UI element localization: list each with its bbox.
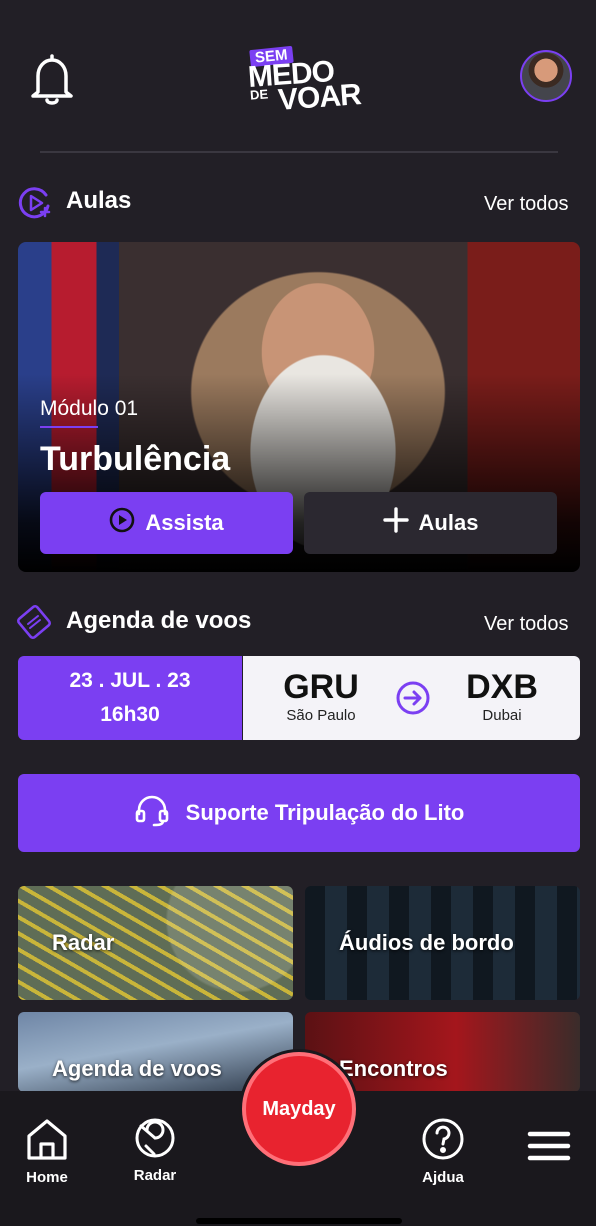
more-lessons-button[interactable]: Aulas <box>304 492 557 554</box>
plus-icon <box>382 507 409 539</box>
nav-home-label: Home <box>26 1169 68 1186</box>
tile-cockpit-audio-label: Áudios de bordo <box>339 930 514 955</box>
tile-radar-label: Radar <box>52 930 115 955</box>
lesson-module-label: Módulo 01 <box>40 397 139 420</box>
origin: GRU São Paulo <box>281 668 361 724</box>
flight-date: 23 . JUL . 23 <box>69 669 191 692</box>
header-divider <box>40 151 558 153</box>
user-avatar[interactable] <box>520 50 572 102</box>
destination-code: DXB <box>466 668 538 706</box>
crew-support-button[interactable]: Suporte Tripulação do Lito <box>18 774 580 852</box>
nav-radar[interactable]: Radar <box>132 1116 178 1184</box>
nav-help-label: Ajdua <box>422 1169 464 1186</box>
logo-voar: VOAR <box>276 78 362 117</box>
arrow-right-circle-icon <box>395 680 431 721</box>
crew-support-label: Suporte Tripulação do Lito <box>185 800 465 825</box>
agenda-section-title: Agenda de voos <box>66 607 252 634</box>
radar-icon <box>132 1116 178 1165</box>
flight-date-block[interactable]: 23 . JUL . 23 16h30 <box>18 656 242 740</box>
aulas-section-title: Aulas <box>66 187 132 214</box>
tile-meetings-label: Encontros <box>339 1056 448 1081</box>
lesson-title: Turbulência <box>40 440 231 478</box>
agenda-see-all-link[interactable]: Ver todos <box>484 613 569 636</box>
tile-flight-schedule-label: Agenda de voos <box>52 1056 222 1081</box>
notifications-bell-icon[interactable] <box>26 52 78 108</box>
nav-radar-label: Radar <box>133 1167 177 1184</box>
app-logo: SEM MEDO DE VOAR <box>246 44 362 117</box>
watch-button-label: Assista <box>145 510 224 535</box>
watch-button[interactable]: Assista <box>40 492 293 554</box>
flight-time: 16h30 <box>100 703 160 726</box>
home-icon <box>24 1116 70 1167</box>
more-lessons-label: Aulas <box>418 510 479 535</box>
headset-icon <box>134 792 170 834</box>
play-icon <box>109 507 135 539</box>
destination: DXB Dubai <box>461 668 543 724</box>
destination-city: Dubai <box>482 707 522 724</box>
flight-route-block[interactable]: GRU São Paulo DXB Dubai <box>243 656 580 740</box>
menu-hamburger-icon[interactable] <box>526 1128 572 1169</box>
nav-help[interactable]: Ajdua <box>420 1116 466 1186</box>
origin-city: São Paulo <box>286 707 356 724</box>
aulas-see-all-link[interactable]: Ver todos <box>484 193 569 216</box>
play-circle-icon <box>18 186 52 220</box>
mayday-label: Mayday <box>262 1097 336 1120</box>
nav-home[interactable]: Home <box>24 1116 70 1186</box>
help-icon <box>420 1116 466 1167</box>
origin-code: GRU <box>283 668 359 706</box>
module-underline <box>40 426 98 428</box>
tile-cockpit-audio[interactable]: Áudios de bordo <box>305 886 580 1000</box>
ticket-icon <box>16 604 51 639</box>
logo-de: DE <box>249 86 269 103</box>
tile-radar[interactable]: Radar <box>18 886 293 1000</box>
mayday-button[interactable]: Mayday <box>242 1052 356 1166</box>
home-indicator <box>196 1218 402 1224</box>
